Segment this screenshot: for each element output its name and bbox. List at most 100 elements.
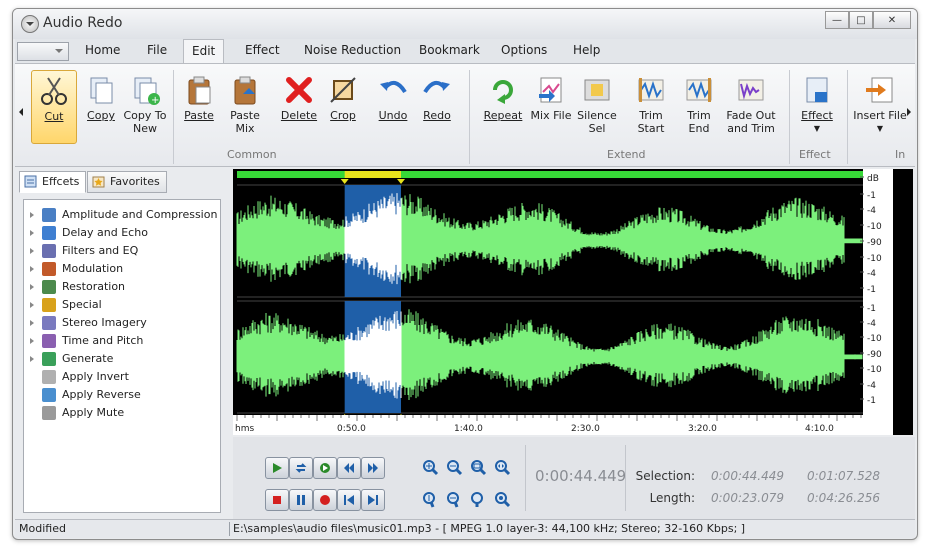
effects-panel: Effcets Favorites Amplitude and Compress… bbox=[15, 169, 223, 517]
expand-arrow-icon[interactable] bbox=[30, 248, 34, 254]
go-start-button[interactable] bbox=[337, 489, 361, 511]
expand-arrow-icon[interactable] bbox=[30, 302, 34, 308]
effect-icon bbox=[801, 74, 833, 106]
waveform-view[interactable]: dB -1 -4 -10 -90 -10 -4 -1 -1 -4 -10 -90 -10 -4 -1 hms 0… bbox=[233, 169, 913, 435]
fade-out-icon bbox=[735, 74, 767, 106]
transport-panel: 0:00:44.449 Selection: Length: 0:00:44.4… bbox=[233, 437, 915, 519]
app-menu-icon[interactable] bbox=[21, 15, 39, 33]
tab-file[interactable]: File bbox=[147, 43, 167, 57]
zoom-out-button[interactable] bbox=[443, 457, 465, 477]
delete-label: Delete bbox=[280, 109, 318, 122]
zoom-out-vertical-button[interactable] bbox=[443, 489, 465, 509]
mix-file-button[interactable]: Mix File bbox=[529, 70, 573, 122]
trim-end-button[interactable]: Trim End bbox=[677, 70, 721, 135]
delay-icon bbox=[42, 226, 56, 240]
go-end-button[interactable] bbox=[361, 489, 385, 511]
expand-arrow-icon[interactable] bbox=[30, 230, 34, 236]
tab-bookmark[interactable]: Bookmark bbox=[419, 43, 480, 57]
paste-label: Paste bbox=[184, 109, 214, 122]
fade-out-trim-button[interactable]: Fade Out and Trim bbox=[723, 70, 779, 135]
mix-file-label: Mix File bbox=[530, 109, 572, 122]
zoom-reset-button[interactable] bbox=[491, 489, 513, 509]
fade-out-trim-label: Fade Out and Trim bbox=[726, 109, 776, 135]
trim-start-label: Trim Start bbox=[637, 109, 665, 135]
rec-button[interactable] bbox=[313, 489, 337, 511]
group-label-insert: In bbox=[895, 148, 906, 161]
record-icon bbox=[320, 495, 330, 505]
expand-arrow-icon[interactable] bbox=[30, 212, 34, 218]
copy-button[interactable]: Copy bbox=[79, 70, 123, 122]
ribbon-separator bbox=[847, 70, 848, 164]
effect-dropdown-button[interactable]: Effect ▼ bbox=[795, 70, 839, 135]
tab-noise-reduction[interactable]: Noise Reduction bbox=[304, 43, 401, 57]
copy-to-new-button[interactable]: + Copy To New bbox=[123, 70, 167, 135]
paste-mix-label: Paste Mix bbox=[230, 109, 260, 135]
cut-button[interactable]: Cut bbox=[31, 70, 77, 144]
total-length-value: 0:04:26.256 bbox=[807, 491, 880, 505]
tab-options[interactable]: Options bbox=[501, 43, 547, 57]
effects-tab-icon bbox=[24, 175, 37, 188]
rewind-button[interactable] bbox=[337, 457, 361, 479]
timeline-ruler[interactable] bbox=[233, 415, 863, 435]
zoom-selection-button[interactable] bbox=[467, 457, 489, 477]
paste-mix-button[interactable]: Paste Mix bbox=[223, 70, 267, 135]
pause-button[interactable] bbox=[289, 489, 313, 511]
selection-label: Selection: bbox=[635, 469, 695, 483]
overview-selection[interactable] bbox=[344, 171, 402, 178]
tab-favorites-label: Favorites bbox=[110, 175, 160, 188]
tab-favorites[interactable]: Favorites bbox=[87, 171, 167, 193]
tree-item-label: Apply Mute bbox=[62, 406, 125, 419]
delete-button[interactable]: Delete bbox=[277, 70, 321, 122]
undo-label: Undo bbox=[378, 109, 408, 122]
expand-arrow-icon[interactable] bbox=[30, 266, 34, 272]
zoom-in-vertical-button[interactable] bbox=[419, 489, 441, 509]
expand-arrow-icon[interactable] bbox=[30, 320, 34, 326]
paste-button[interactable]: Paste bbox=[177, 70, 221, 122]
db-tick-label: -4 bbox=[867, 381, 876, 391]
tab-effect[interactable]: Effect bbox=[245, 43, 280, 57]
fast-forward-button[interactable] bbox=[361, 457, 385, 479]
status-bar: Modified E:\samples\audio files\music01.… bbox=[15, 519, 915, 538]
tree-item-label: Time and Pitch bbox=[62, 334, 144, 347]
ribbon-scroll-left-icon[interactable] bbox=[19, 108, 23, 116]
timeline-label: 2:30.0 bbox=[571, 424, 600, 434]
expand-arrow-icon[interactable] bbox=[30, 284, 34, 290]
paste-mix-icon bbox=[229, 74, 261, 106]
crop-button[interactable]: Crop bbox=[321, 70, 365, 122]
trim-start-button[interactable]: Trim Start bbox=[629, 70, 673, 135]
expand-arrow-icon[interactable] bbox=[30, 338, 34, 344]
insert-file-button[interactable]: Insert File ▼ bbox=[853, 70, 907, 135]
play-button[interactable] bbox=[265, 457, 289, 479]
zoom-out-icon bbox=[447, 460, 463, 476]
maximize-button[interactable]: □ bbox=[849, 11, 873, 29]
undo-button[interactable]: Undo bbox=[371, 70, 415, 122]
minimize-button[interactable]: — bbox=[825, 11, 849, 29]
restoration-icon bbox=[42, 280, 56, 294]
zoom-full-button[interactable] bbox=[491, 457, 513, 477]
repeat-icon bbox=[487, 74, 519, 106]
effect-dropdown-arrow-icon: ▼ bbox=[813, 124, 821, 133]
tab-help[interactable]: Help bbox=[573, 43, 600, 57]
tree-item-label: Filters and EQ bbox=[62, 244, 139, 257]
tab-effects[interactable]: Effcets bbox=[19, 171, 87, 193]
zoom-in-button[interactable] bbox=[419, 457, 441, 477]
status-state: Modified bbox=[19, 522, 66, 535]
redo-button[interactable]: Redo bbox=[415, 70, 459, 122]
waveform-canvas[interactable]: dB -1 -4 -10 -90 -10 -4 -1 -1 -4 -10 -90 -10 -4 -1 hms 0… bbox=[233, 169, 913, 435]
overview-bar[interactable] bbox=[237, 171, 863, 178]
silence-sel-button[interactable]: Silence Sel bbox=[575, 70, 619, 135]
close-button[interactable]: ✕ bbox=[873, 11, 911, 29]
record-button[interactable] bbox=[265, 489, 289, 511]
ribbon-scroll-right-icon[interactable] bbox=[907, 108, 911, 116]
quick-menu-dropdown[interactable] bbox=[17, 42, 69, 61]
db-tick-label: -1 bbox=[867, 396, 876, 406]
expand-arrow-icon[interactable] bbox=[30, 356, 34, 362]
tab-home[interactable]: Home bbox=[85, 43, 120, 57]
play-loop-button[interactable] bbox=[289, 457, 313, 479]
play-selection-button[interactable] bbox=[313, 457, 337, 479]
repeat-button[interactable]: Repeat bbox=[481, 70, 525, 122]
time-pitch-icon bbox=[42, 334, 56, 348]
tab-edit[interactable]: Edit bbox=[183, 39, 225, 63]
zoom-fit-vertical-button[interactable] bbox=[467, 489, 489, 509]
loop-icon bbox=[295, 463, 307, 473]
